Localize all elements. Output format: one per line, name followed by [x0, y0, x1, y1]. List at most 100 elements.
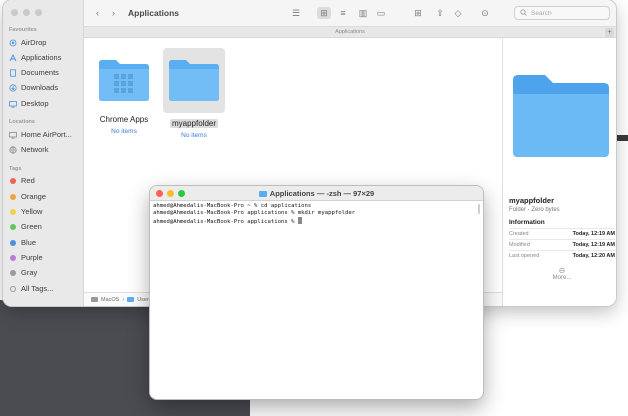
- group-by-icon: ⊞: [414, 7, 422, 18]
- sidebar-item-label: All Tags...: [21, 284, 54, 293]
- downloads-icon: [9, 83, 17, 92]
- info-value: Today, 12:19 AM: [572, 242, 615, 248]
- search-icon: [520, 8, 527, 18]
- folder-icon: [258, 190, 267, 197]
- sidebar-item-tag-orange[interactable]: Orange: [9, 190, 81, 203]
- sidebar-item-tag-red[interactable]: Red: [9, 174, 81, 187]
- search-field[interactable]: Search: [514, 6, 610, 20]
- info-row-created: Created Today, 12:19 AM: [509, 228, 615, 239]
- sidebar-item-tag-yellow[interactable]: Yellow: [9, 205, 81, 218]
- more-icon: ⊖: [558, 266, 566, 275]
- sidebar-item-applications[interactable]: Applications: [9, 51, 81, 64]
- forward-button[interactable]: ›: [112, 7, 115, 19]
- sidebar-item-label: Gray: [21, 268, 38, 277]
- information-heading: Information: [509, 219, 545, 226]
- sidebar-item-label: Network: [21, 145, 49, 154]
- sidebar-item-tag-purple[interactable]: Purple: [9, 251, 81, 264]
- terminal-window: Applications — -zsh — 97×29 ahmed@Ahmeda…: [150, 186, 483, 399]
- more-options-icon: ⊙: [481, 7, 489, 18]
- file-subtitle: No items: [181, 132, 207, 139]
- sidebar-item-documents[interactable]: Documents: [9, 66, 81, 79]
- sidebar-item-downloads[interactable]: Downloads: [9, 81, 81, 94]
- share-button[interactable]: ⇪: [434, 7, 446, 19]
- column-view-button[interactable]: ▥: [356, 7, 370, 19]
- group-button[interactable]: ☰: [287, 7, 305, 19]
- sidebar-item-tag-green[interactable]: Green: [9, 220, 81, 233]
- desktop-edge: [616, 135, 628, 141]
- sidebar-item-home-airport[interactable]: Home AirPort...: [9, 128, 81, 141]
- chevron-right-icon: ›: [112, 8, 115, 18]
- sidebar-item-label: Orange: [21, 192, 47, 201]
- tag-dot-icon: [10, 223, 16, 230]
- sidebar-item-label: Red: [21, 176, 35, 185]
- tag-button[interactable]: ◇: [452, 7, 464, 19]
- file-name: myappfolder: [169, 119, 219, 128]
- terminal-output[interactable]: ahmed@Ahmedalis-MacBook-Pro ~ % cd appli…: [150, 201, 483, 228]
- group-by-button[interactable]: ⊞: [409, 7, 427, 19]
- info-key: Last opened: [509, 253, 540, 259]
- minimize-button[interactable]: [23, 9, 30, 16]
- folder-preview-icon: [511, 70, 611, 165]
- icon-view-button[interactable]: ⊞: [317, 7, 331, 19]
- sidebar-item-label: Documents: [21, 68, 59, 77]
- more-button[interactable]: ⊖ More...: [503, 266, 616, 281]
- action-button[interactable]: ⊙: [476, 7, 494, 19]
- list-group-icon: ☰: [291, 7, 301, 18]
- close-button[interactable]: [11, 9, 18, 16]
- terminal-line: ahmed@Ahmedalis-MacBook-Pro ~ % cd appli…: [153, 203, 312, 209]
- sidebar-item-all-tags[interactable]: All Tags...: [9, 282, 81, 295]
- favourites-heading: Favourites: [9, 27, 37, 33]
- sidebar-item-tag-gray[interactable]: Gray: [9, 266, 81, 279]
- file-subtitle: No items: [111, 128, 137, 135]
- info-value: Today, 12:20 AM: [572, 253, 615, 259]
- network-icon: [9, 145, 17, 154]
- terminal-scrollbar[interactable]: [478, 204, 480, 214]
- info-key: Modified: [509, 242, 530, 248]
- path-segment[interactable]: MacOS: [101, 297, 119, 303]
- terminal-titlebar: Applications — -zsh — 97×29: [150, 186, 483, 201]
- locations-heading: Locations: [9, 119, 35, 125]
- sidebar-item-label: AirDrop: [21, 38, 47, 47]
- folder-small-icon: [127, 297, 135, 302]
- desktop-icon: [9, 100, 17, 108]
- folder-icon: [163, 48, 225, 113]
- folder-icon: [93, 54, 155, 109]
- more-label: More...: [552, 275, 572, 281]
- window-title: Applications: [128, 8, 180, 18]
- airdrop-icon: [9, 39, 17, 47]
- sidebar-item-label: Yellow: [21, 207, 43, 216]
- text-cursor: [297, 217, 302, 224]
- terminal-line: ahmed@Ahmedalis-MacBook-Pro applications…: [153, 210, 356, 216]
- share-icon: ⇪: [436, 7, 444, 18]
- zoom-button[interactable]: [35, 9, 42, 16]
- finder-sidebar: Favourites AirDrop Applications Document…: [3, 0, 84, 306]
- finder-toolbar: ‹ › Applications ☰ ⊞ ≡ ▥ ▭ ⊞ ⇪ ◇ ⊙ Searc…: [84, 0, 616, 27]
- preview-name: myappfolder: [509, 196, 555, 205]
- tag-dot-icon: [10, 193, 16, 200]
- preview-pane: myappfolder Folder - Zero bytes Informat…: [502, 38, 616, 306]
- sidebar-item-network[interactable]: Network: [9, 143, 81, 156]
- gallery-view-button[interactable]: ▭: [374, 7, 388, 19]
- tab-applications[interactable]: Applications: [335, 29, 365, 35]
- info-key: Created: [509, 231, 529, 237]
- new-tab-button[interactable]: +: [605, 28, 614, 37]
- terminal-prompt-line: ahmed@Ahmedalis-MacBook-Pro applications…: [153, 217, 480, 226]
- preview-kind: Folder - Zero bytes: [509, 207, 560, 213]
- column-view-icon: ▥: [358, 7, 368, 18]
- search-placeholder: Search: [531, 9, 552, 17]
- sidebar-item-airdrop[interactable]: AirDrop: [9, 36, 81, 49]
- tag-dot-icon: [10, 269, 16, 276]
- info-value: Today, 12:19 AM: [572, 231, 615, 237]
- back-button[interactable]: ‹: [96, 7, 99, 19]
- list-view-button[interactable]: ≡: [336, 7, 350, 19]
- tag-dot-icon: [10, 254, 16, 261]
- tag-dot-icon: [10, 177, 16, 184]
- tags-heading: Tags: [9, 166, 22, 172]
- finder-tab-bar: Applications +: [84, 27, 616, 38]
- sidebar-item-desktop[interactable]: Desktop: [9, 97, 81, 110]
- file-item-chrome-apps[interactable]: Chrome Apps No items: [93, 54, 155, 135]
- applications-icon: [9, 53, 17, 62]
- sidebar-item-tag-blue[interactable]: Blue: [9, 236, 81, 249]
- document-icon: [9, 68, 17, 77]
- file-item-myappfolder[interactable]: myappfolder No items: [163, 48, 225, 139]
